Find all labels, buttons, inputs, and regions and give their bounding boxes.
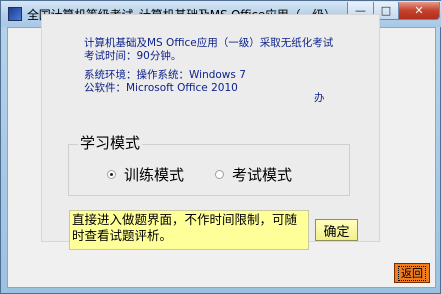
radio-exam-label[interactable]: 考试模式: [232, 164, 292, 185]
exam-info: 计算机基础及MS Office应用（一级）采取无纸化考试 考试时间：90分钟。 …: [84, 37, 333, 95]
close-button[interactable]: ✕: [398, 2, 440, 20]
radio-training-label[interactable]: 训练模式: [124, 164, 184, 185]
exam-info-line4: 公软件：Microsoft Office 2010: [84, 82, 238, 94]
app-window: 全国计算机等级考试_计算机基础及MS Office应用（一级） — □ ✕ 计算…: [0, 0, 441, 294]
close-icon: ✕: [414, 4, 424, 17]
exam-info-line3-right: 办: [314, 92, 325, 104]
radio-selected-icon[interactable]: [107, 170, 116, 179]
back-button[interactable]: 返回: [394, 263, 430, 283]
exam-info-line1: 计算机基础及MS Office应用（一级）采取无纸化考试: [84, 37, 334, 49]
app-icon: [8, 7, 22, 21]
mode-hint: 直接进入做题界面，不作时间限制，可随时查看试题评析。: [69, 210, 309, 250]
radio-unselected-icon[interactable]: [215, 170, 224, 179]
maximize-icon: □: [380, 4, 392, 17]
exam-info-line2: 考试时间：90分钟。: [84, 50, 182, 62]
radio-exam-mode[interactable]: 考试模式: [215, 164, 292, 185]
confirm-button[interactable]: 确定: [315, 219, 358, 241]
mode-group-legend: 学习模式: [78, 133, 143, 153]
radio-training-mode[interactable]: 训练模式: [107, 164, 184, 185]
exam-info-line3: 系统环境：操作系统：Windows 7: [84, 69, 246, 81]
back-button-label: 返回: [398, 265, 426, 281]
